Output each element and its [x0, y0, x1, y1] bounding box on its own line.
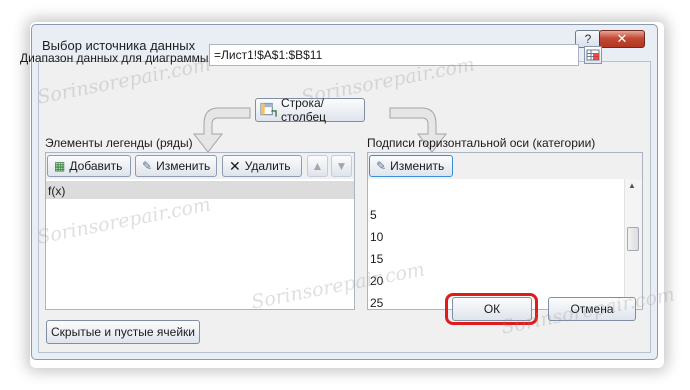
axis-label-item[interactable]: 5 [370, 208, 377, 222]
range-selector-graphic [586, 49, 600, 61]
axis-label-item[interactable]: 25 [370, 296, 383, 310]
scroll-up-icon[interactable]: ▲ [628, 181, 636, 190]
scrollbar-thumb[interactable] [627, 227, 639, 251]
data-range-input[interactable]: =Лист1!$A$1:$B$11 [209, 44, 579, 66]
data-range-label-text: Диапазон данных для диаграммы: [20, 51, 212, 65]
close-button[interactable]: ✕ [599, 30, 645, 48]
edit-axis-labels-button[interactable]: ✎ Изменить [369, 155, 453, 177]
add-series-button[interactable]: ▦ Добавить [47, 155, 131, 177]
delete-series-label: Удалить [244, 159, 291, 173]
hidden-empty-cells-button[interactable]: Скрытые и пустые ячейки [46, 320, 200, 344]
legend-entries-title: Элементы легенды (ряды) [45, 136, 193, 150]
switch-row-column-button[interactable]: Строка/столбец [255, 96, 365, 124]
edit-icon: ✎ [376, 159, 387, 173]
switch-row-column-icon [260, 102, 277, 117]
ok-highlight-ring [445, 293, 538, 325]
series-item[interactable]: f(x) [48, 184, 65, 198]
delete-icon: ✕ [229, 157, 241, 174]
move-down-button[interactable]: ▼ [331, 155, 352, 177]
add-series-label: Добавить [69, 159, 123, 173]
axis-scrollbar[interactable]: ▲ ▼ [624, 179, 642, 309]
add-icon: ▦ [54, 159, 66, 173]
edit-axis-labels-label: Изменить [390, 159, 445, 173]
edit-series-label: Изменить [156, 159, 211, 173]
legend-toolbar: ▦ Добавить ✎ Изменить ✕ Удалить ▲ ▼ [46, 153, 354, 179]
move-up-button[interactable]: ▲ [307, 155, 328, 177]
edit-icon: ✎ [142, 159, 153, 173]
move-down-icon: ▼ [335, 159, 348, 173]
axis-label-item[interactable]: 15 [370, 252, 383, 266]
axis-label-item[interactable]: 10 [370, 230, 383, 244]
axis-toolbar: ✎ Изменить [368, 153, 642, 179]
selected-series-row[interactable] [46, 181, 354, 199]
range-selector-icon[interactable] [584, 46, 602, 64]
cancel-button[interactable]: Отмена [548, 297, 636, 321]
axis-labels-title: Подписи горизонтальной оси (категории) [367, 136, 596, 150]
edit-series-button[interactable]: ✎ Изменить [135, 155, 217, 177]
axis-label-item[interactable]: 20 [370, 274, 383, 288]
delete-series-button[interactable]: ✕ Удалить [222, 155, 302, 177]
legend-entries-panel: ▦ Добавить ✎ Изменить ✕ Удалить ▲ ▼ f(x) [45, 152, 355, 310]
axis-labels-panel: ✎ Изменить 5 10 15 20 25 ▲ ▼ [367, 152, 643, 310]
data-range-label: Диапазон данных для диаграммы: [20, 51, 212, 65]
move-up-icon: ▲ [311, 159, 324, 173]
switch-row-column-label: Строка/столбец [280, 96, 327, 124]
